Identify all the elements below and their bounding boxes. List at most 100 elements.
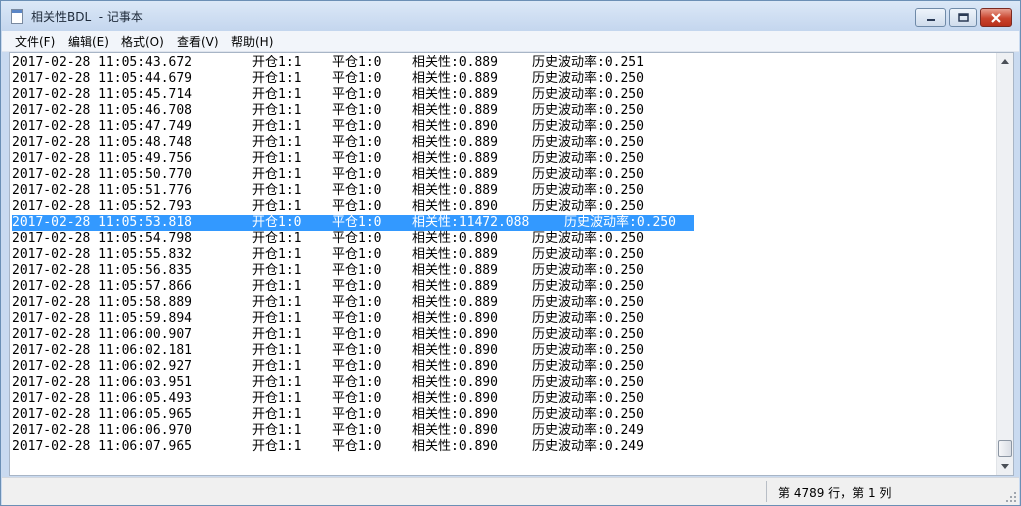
- text-line[interactable]: 2017-02-28 11:06:05.493 开仓1:1 平仓1:0 相关性:0.8…: [12, 391, 996, 407]
- line-open-position: 开仓1:1: [252, 391, 302, 406]
- line-timestamp: 2017-02-28 11:05:59.894: [12, 311, 193, 326]
- text-line[interactable]: 2017-02-28 11:05:43.672 开仓1:1 平仓1:0 相关性:0.8…: [12, 55, 996, 71]
- line-timestamp: 2017-02-28 11:05:52.793: [12, 199, 193, 214]
- line-close-position: 平仓1:0: [332, 295, 382, 310]
- selected-text-line[interactable]: 2017-02-28 11:05:53.818 开仓1:0 平仓1:0 相关性:114…: [12, 215, 996, 231]
- text-line[interactable]: 2017-02-28 11:05:44.679 开仓1:1 平仓1:0 相关性:0.8…: [12, 71, 996, 87]
- text-line[interactable]: 2017-02-28 11:06:02.181 开仓1:1 平仓1:0 相关性:0.8…: [12, 343, 996, 359]
- line-open-position: 开仓1:1: [252, 375, 302, 390]
- line-volatility: 历史波动率:0.250: [532, 247, 644, 262]
- text-line[interactable]: 2017-02-28 11:05:52.793 开仓1:1 平仓1:0 相关性:0.8…: [12, 199, 996, 215]
- text-line[interactable]: 2017-02-28 11:06:05.965 开仓1:1 平仓1:0 相关性:0.8…: [12, 407, 996, 423]
- maximize-icon: [957, 13, 969, 22]
- line-correlation: 相关性:0.889: [412, 167, 498, 182]
- line-close-position: 平仓1:0: [332, 135, 382, 150]
- line-volatility: 历史波动率:0.250: [532, 199, 644, 214]
- line-volatility: 历史波动率:0.250: [532, 71, 644, 86]
- menu-edit[interactable]: 编辑(E): [68, 33, 109, 50]
- line-close-position: 平仓1:0: [332, 231, 382, 246]
- menu-help[interactable]: 帮助(H): [231, 33, 273, 50]
- text-line[interactable]: 2017-02-28 11:05:57.866 开仓1:1 平仓1:0 相关性:0.8…: [12, 279, 996, 295]
- line-volatility: 历史波动率:0.250: [564, 215, 676, 230]
- text-line[interactable]: 2017-02-28 11:06:07.965 开仓1:1 平仓1:0 相关性:0.8…: [12, 439, 996, 455]
- scroll-down-button[interactable]: [997, 458, 1013, 475]
- line-correlation: 相关性:0.890: [412, 231, 498, 246]
- menu-format[interactable]: 格式(O): [121, 33, 164, 50]
- line-timestamp: 2017-02-28 11:05:57.866: [12, 279, 193, 294]
- line-timestamp: 2017-02-28 11:05:43.672: [12, 55, 193, 70]
- maximize-button[interactable]: [949, 8, 977, 27]
- line-correlation: 相关性:0.890: [412, 327, 498, 342]
- minimize-button[interactable]: [915, 8, 946, 27]
- text-line[interactable]: 2017-02-28 11:06:06.970 开仓1:1 平仓1:0 相关性:0.8…: [12, 423, 996, 439]
- line-correlation: 相关性:0.890: [412, 343, 498, 358]
- line-close-position: 平仓1:0: [332, 167, 382, 182]
- status-bar: 第 4789 行，第 1 列: [2, 477, 1019, 505]
- line-timestamp: 2017-02-28 11:05:45.714: [12, 87, 193, 102]
- line-close-position: 平仓1:0: [332, 407, 382, 422]
- notepad-app-icon[interactable]: [11, 9, 23, 24]
- line-close-position: 平仓1:0: [332, 263, 382, 278]
- line-timestamp: 2017-02-28 11:06:02.927: [12, 359, 193, 374]
- line-correlation: 相关性:0.889: [412, 103, 498, 118]
- vertical-scrollbar[interactable]: [996, 53, 1013, 475]
- line-volatility: 历史波动率:0.250: [532, 343, 644, 358]
- line-open-position: 开仓1:1: [252, 311, 302, 326]
- line-open-position: 开仓1:1: [252, 423, 302, 438]
- text-lines[interactable]: 2017-02-28 11:05:43.672 开仓1:1 平仓1:0 相关性:0.8…: [12, 55, 996, 473]
- line-open-position: 开仓1:1: [252, 343, 302, 358]
- line-open-position: 开仓1:1: [252, 295, 302, 310]
- line-volatility: 历史波动率:0.249: [532, 439, 644, 454]
- close-button[interactable]: [980, 8, 1012, 27]
- menu-file[interactable]: 文件(F): [15, 33, 55, 50]
- scroll-thumb[interactable]: [998, 440, 1012, 457]
- line-close-position: 平仓1:0: [332, 247, 382, 262]
- line-close-position: 平仓1:0: [332, 87, 382, 102]
- line-close-position: 平仓1:0: [332, 183, 382, 198]
- text-editor-area[interactable]: 2017-02-28 11:05:43.672 开仓1:1 平仓1:0 相关性:0.8…: [9, 52, 1014, 476]
- resize-grip-icon[interactable]: [1005, 491, 1017, 503]
- text-line[interactable]: 2017-02-28 11:05:55.832 开仓1:1 平仓1:0 相关性:0.8…: [12, 247, 996, 263]
- text-line[interactable]: 2017-02-28 11:05:54.798 开仓1:1 平仓1:0 相关性:0.8…: [12, 231, 996, 247]
- text-line[interactable]: 2017-02-28 11:05:56.835 开仓1:1 平仓1:0 相关性:0.8…: [12, 263, 996, 279]
- minimize-icon: [926, 18, 935, 21]
- text-line[interactable]: 2017-02-28 11:05:58.889 开仓1:1 平仓1:0 相关性:0.8…: [12, 295, 996, 311]
- line-close-position: 平仓1:0: [332, 375, 382, 390]
- line-correlation: 相关性:0.889: [412, 151, 498, 166]
- line-open-position: 开仓1:1: [252, 103, 302, 118]
- text-line[interactable]: 2017-02-28 11:06:00.907 开仓1:1 平仓1:0 相关性:0.8…: [12, 327, 996, 343]
- text-line[interactable]: 2017-02-28 11:06:02.927 开仓1:1 平仓1:0 相关性:0.8…: [12, 359, 996, 375]
- line-correlation: 相关性:0.890: [412, 359, 498, 374]
- line-volatility: 历史波动率:0.250: [532, 375, 644, 390]
- line-timestamp: 2017-02-28 11:05:44.679: [12, 71, 193, 86]
- line-open-position: 开仓1:1: [252, 279, 302, 294]
- line-close-position: 平仓1:0: [332, 71, 382, 86]
- line-close-position: 平仓1:0: [332, 343, 382, 358]
- text-line[interactable]: 2017-02-28 11:05:49.756 开仓1:1 平仓1:0 相关性:0.8…: [12, 151, 996, 167]
- text-line[interactable]: 2017-02-28 11:05:47.749 开仓1:1 平仓1:0 相关性:0.8…: [12, 119, 996, 135]
- line-volatility: 历史波动率:0.250: [532, 359, 644, 374]
- text-line[interactable]: 2017-02-28 11:05:51.776 开仓1:1 平仓1:0 相关性:0.8…: [12, 183, 996, 199]
- text-line[interactable]: 2017-02-28 11:05:59.894 开仓1:1 平仓1:0 相关性:0.8…: [12, 311, 996, 327]
- status-divider: [766, 481, 767, 502]
- line-correlation: 相关性:0.890: [412, 375, 498, 390]
- line-volatility: 历史波动率:0.250: [532, 183, 644, 198]
- text-line[interactable]: 2017-02-28 11:05:48.748 开仓1:1 平仓1:0 相关性:0.8…: [12, 135, 996, 151]
- line-open-position: 开仓1:1: [252, 231, 302, 246]
- text-line[interactable]: 2017-02-28 11:05:45.714 开仓1:1 平仓1:0 相关性:0.8…: [12, 87, 996, 103]
- line-volatility: 历史波动率:0.250: [532, 311, 644, 326]
- menu-bar: 文件(F) 编辑(E) 格式(O) 查看(V) 帮助(H): [2, 31, 1019, 52]
- scroll-up-button[interactable]: [997, 53, 1013, 70]
- line-open-position: 开仓1:0: [252, 215, 302, 230]
- text-line[interactable]: 2017-02-28 11:05:50.770 开仓1:1 平仓1:0 相关性:0.8…: [12, 167, 996, 183]
- text-line[interactable]: 2017-02-28 11:05:46.708 开仓1:1 平仓1:0 相关性:0.8…: [12, 103, 996, 119]
- line-volatility: 历史波动率:0.250: [532, 103, 644, 118]
- text-line[interactable]: 2017-02-28 11:06:03.951 开仓1:1 平仓1:0 相关性:0.8…: [12, 375, 996, 391]
- line-timestamp: 2017-02-28 11:05:46.708: [12, 103, 193, 118]
- title-bar[interactable]: 相关性BDL - 记事本: [1, 1, 1020, 31]
- line-close-position: 平仓1:0: [332, 423, 382, 438]
- line-timestamp: 2017-02-28 11:05:47.749: [12, 119, 193, 134]
- line-volatility: 历史波动率:0.250: [532, 151, 644, 166]
- menu-view[interactable]: 查看(V): [177, 33, 219, 50]
- line-volatility: 历史波动率:0.250: [532, 167, 644, 182]
